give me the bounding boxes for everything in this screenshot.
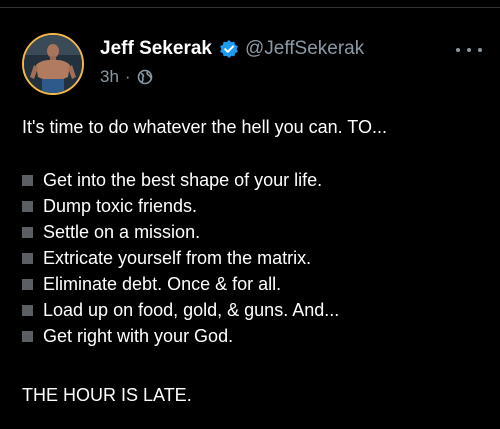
list-item-text: Extricate yourself from the matrix. [43, 247, 312, 268]
verified-badge-icon [219, 39, 239, 59]
top-divider [0, 7, 500, 8]
list-item-text: Load up on food, gold, & guns. And... [43, 299, 340, 320]
list-item-text: Dump toxic friends. [43, 195, 198, 216]
more-dot [467, 48, 471, 52]
bullet-square-icon [22, 252, 33, 264]
list-item-text: Settle on a mission. [43, 221, 201, 242]
list-item-text: Eliminate debt. Once & for all. [43, 273, 282, 294]
author-display-name[interactable]: Jeff Sekerak [100, 38, 212, 60]
list-item: Extricate yourself from the matrix. [22, 245, 339, 271]
post-timestamp[interactable]: 3h [100, 67, 119, 87]
bullet-square-icon [22, 200, 33, 212]
author-handle[interactable]: @JeffSekerak [245, 38, 364, 60]
author-row: Jeff Sekerak @JeffSekerak [100, 38, 364, 60]
list-item-text: Get into the best shape of your life. [43, 169, 323, 190]
more-options-button[interactable] [456, 40, 482, 60]
more-dot [478, 48, 482, 52]
list-item: Get into the best shape of your life. [22, 167, 339, 193]
list-item: Get right with your God. [22, 323, 339, 349]
post-card: Jeff Sekerak @JeffSekerak 3h · It's time… [0, 0, 500, 429]
bullet-square-icon [22, 226, 33, 238]
bullet-list: Get into the best shape of your life. Du… [22, 167, 339, 349]
post-meta: 3h · [100, 67, 153, 87]
list-item-text: Get right with your God. [43, 325, 234, 346]
post-intro-text: It's time to do whatever the hell you ca… [22, 117, 387, 137]
bullet-square-icon [22, 278, 33, 290]
list-item: Eliminate debt. Once & for all. [22, 271, 339, 297]
globe-icon [137, 69, 153, 85]
avatar-photo [24, 35, 82, 93]
list-item: Dump toxic friends. [22, 193, 339, 219]
bullet-square-icon [22, 330, 33, 342]
avatar[interactable] [22, 33, 84, 95]
meta-separator: · [124, 67, 131, 86]
post-closing-text: THE HOUR IS LATE. [22, 385, 192, 405]
bullet-square-icon [22, 304, 33, 316]
bullet-square-icon [22, 174, 33, 186]
more-dot [456, 48, 460, 52]
list-item: Settle on a mission. [22, 219, 339, 245]
list-item: Load up on food, gold, & guns. And... [22, 297, 339, 323]
